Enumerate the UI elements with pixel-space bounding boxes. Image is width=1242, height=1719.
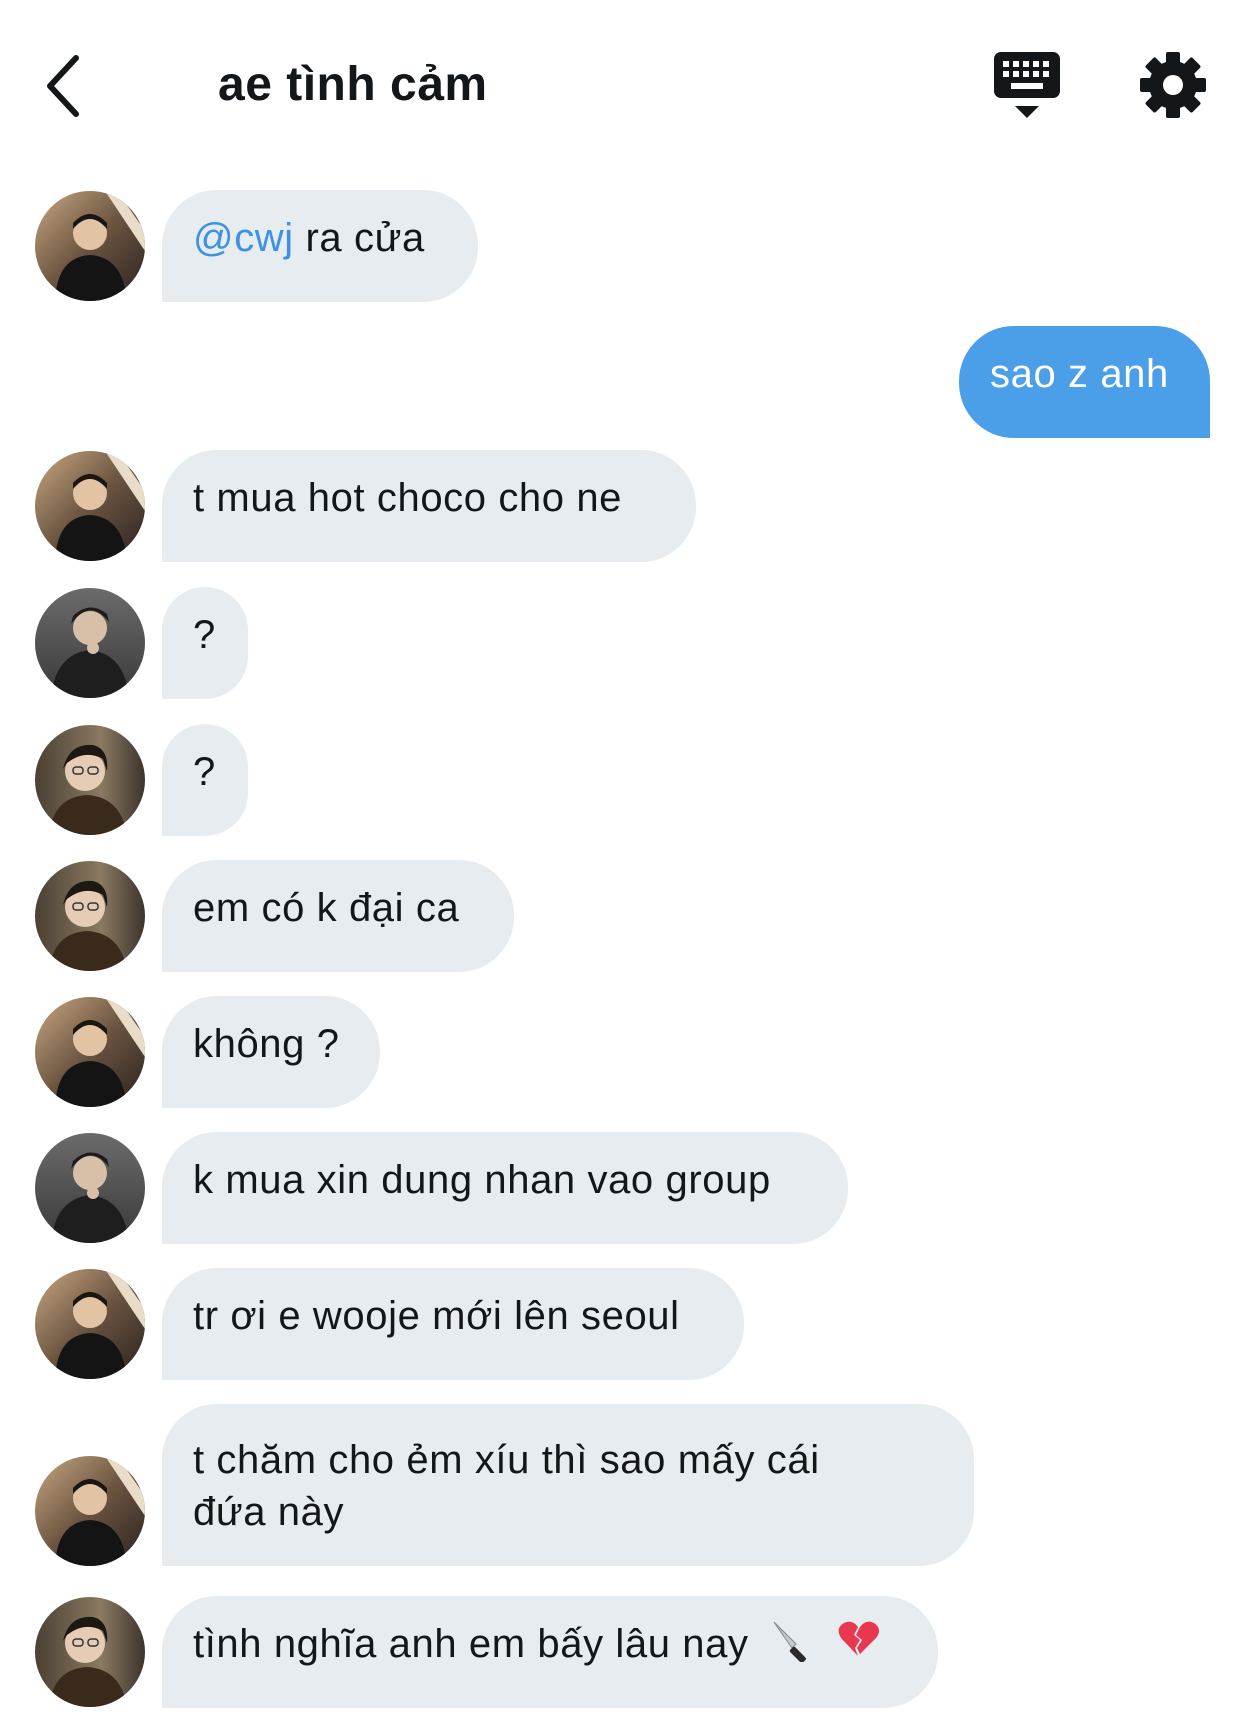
message-text: không ?: [193, 1022, 340, 1066]
message-bubble[interactable]: ?: [162, 587, 248, 699]
message-row: tình nghĩa anh em bấy lâu nay: [0, 1596, 1242, 1708]
message-bubble[interactable]: @cwj ra cửa: [162, 190, 478, 302]
avatar[interactable]: [35, 1269, 145, 1379]
avatar[interactable]: [35, 588, 145, 698]
back-button[interactable]: [40, 50, 100, 120]
message-row: tr ơi e wooje mới lên seoul: [0, 1268, 1242, 1380]
avatar[interactable]: [35, 451, 145, 561]
message-text: em có k đại ca: [193, 886, 460, 930]
message-bubble[interactable]: ?: [162, 724, 248, 836]
keyboard-toggle-button[interactable]: [992, 50, 1062, 122]
avatar[interactable]: [35, 1456, 145, 1566]
message-bubble[interactable]: tình nghĩa anh em bấy lâu nay: [162, 1596, 938, 1708]
chevron-left-icon: [47, 55, 79, 117]
message-bubble[interactable]: t chăm cho ẻm xíu thì sao mấy cái đứa nà…: [162, 1404, 974, 1566]
message-row: không ?: [0, 996, 1242, 1108]
message-row: t chăm cho ẻm xíu thì sao mấy cái đứa nà…: [0, 1404, 1242, 1566]
message-text: ?: [193, 613, 216, 657]
message-bubble[interactable]: k mua xin dung nhan vao group: [162, 1132, 848, 1244]
chat-header: ae tình cảm: [0, 0, 1242, 170]
message-text: ra cửa: [293, 216, 425, 260]
avatar[interactable]: [35, 997, 145, 1107]
message-text-line: t chăm cho ẻm xíu thì sao mấy cái: [193, 1438, 820, 1482]
message-text: k mua xin dung nhan vao group: [193, 1158, 771, 1202]
message-text-line: đứa này: [193, 1490, 345, 1534]
message-bubble[interactable]: t mua hot choco cho ne: [162, 450, 696, 562]
avatar[interactable]: [35, 861, 145, 971]
broken-heart-icon: [836, 1618, 880, 1675]
message-row: em có k đại ca: [0, 860, 1242, 972]
message-text: sao z anh: [990, 352, 1169, 396]
message-row: t mua hot choco cho ne: [0, 450, 1242, 562]
message-text: ?: [193, 750, 216, 794]
message-row: sao z anh: [0, 326, 1242, 438]
settings-button[interactable]: [1138, 50, 1208, 120]
user-mention[interactable]: @cwj: [193, 216, 294, 260]
message-text: tình nghĩa anh em bấy lâu nay: [193, 1622, 749, 1667]
keyboard-hide-icon: [994, 52, 1060, 118]
avatar[interactable]: [35, 1597, 145, 1707]
avatar[interactable]: [35, 191, 145, 301]
message-bubble[interactable]: không ?: [162, 996, 380, 1108]
message-text: tr ơi e wooje mới lên seoul: [193, 1294, 680, 1338]
message-bubble-outgoing[interactable]: sao z anh: [959, 326, 1210, 438]
message-row: ?: [0, 724, 1242, 836]
message-row: k mua xin dung nhan vao group: [0, 1132, 1242, 1244]
avatar[interactable]: [35, 1133, 145, 1243]
avatar[interactable]: [35, 725, 145, 835]
message-row: @cwj ra cửa: [0, 190, 1242, 302]
knife-icon: [770, 1618, 814, 1675]
message-bubble[interactable]: em có k đại ca: [162, 860, 514, 972]
conversation-title[interactable]: ae tình cảm: [218, 56, 488, 114]
message-row: ?: [0, 587, 1242, 699]
message-bubble[interactable]: tr ơi e wooje mới lên seoul: [162, 1268, 744, 1380]
gear-icon: [1140, 52, 1206, 118]
message-text: t mua hot choco cho ne: [193, 476, 623, 520]
